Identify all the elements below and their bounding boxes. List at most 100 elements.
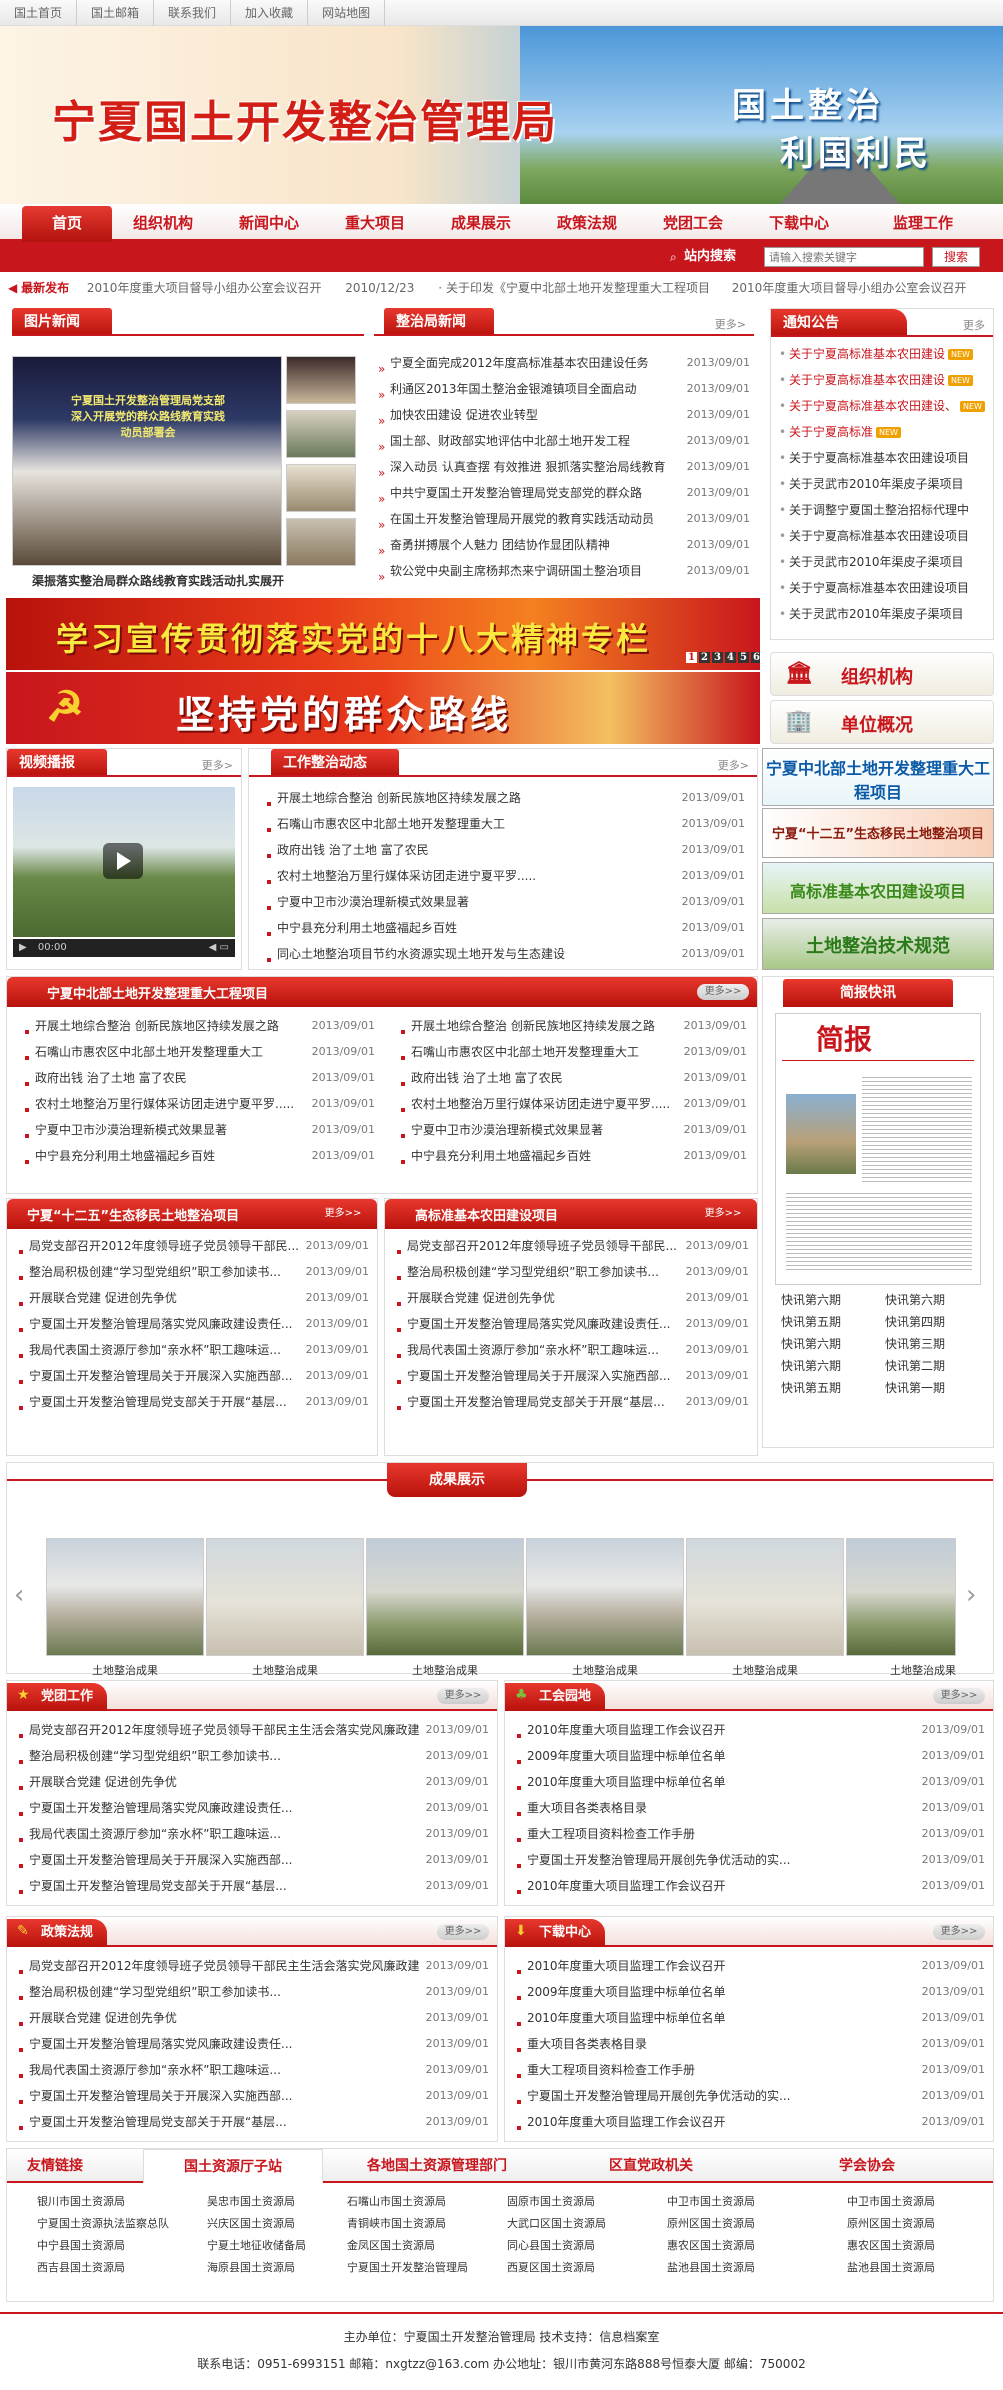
photo-thumbnail[interactable]	[286, 356, 356, 404]
list-item-title[interactable]: 宁夏国土开发整治管理局开展创先争优活动的实...	[511, 1853, 790, 1867]
list-item-title[interactable]: 中宁县充分利用土地盛福起乡百姓	[19, 1149, 215, 1163]
list-item[interactable]: 中宁县充分利用土地盛福起乡百姓 2013/09/01	[19, 1143, 379, 1169]
friendly-link[interactable]: 原州区国土资源局	[847, 2215, 935, 2231]
list-item[interactable]: 整治局积极创建“学习型党组织”职工参加读书... 2013/09/01	[13, 1979, 493, 2005]
list-item[interactable]: 重大项目各类表格目录 2013/09/01	[511, 1795, 989, 1821]
list-item[interactable]: 整治局积极创建“学习型党组织”职工参加读书... 2013/09/01	[13, 1259, 373, 1285]
list-item-title[interactable]: 2010年度重大项目监理中标单位名单	[511, 2011, 726, 2025]
friendly-link[interactable]: 惠农区国土资源局	[667, 2237, 755, 2253]
list-item[interactable]: 整治局积极创建“学习型党组织”职工参加读书... 2013/09/01	[391, 1259, 753, 1285]
side-button-organization[interactable]: 🏛 组织机构	[770, 652, 994, 696]
friendly-link[interactable]: 海原县国土资源局	[207, 2259, 295, 2275]
brief-link[interactable]: 快讯第六期	[781, 1335, 841, 1352]
achievement-photo[interactable]	[366, 1538, 524, 1656]
list-item[interactable]: 局党支部召开2012年度领导班子党员领导干部民... 2013/09/01	[391, 1233, 753, 1259]
list-item-title[interactable]: 宁夏国土开发整治管理局落实党风廉政建设责任...	[391, 1317, 670, 1331]
list-item[interactable]: 局党支部召开2012年度领导班子党员领导干部民主生活会落实党风廉政建设... 20…	[13, 1953, 493, 1979]
list-item[interactable]: 宁夏国土开发整治管理局党支部关于开展“基层... 2013/09/01	[13, 1873, 493, 1899]
achievement-photo[interactable]	[686, 1538, 844, 1656]
pager-page[interactable]: 5	[738, 652, 749, 663]
achievement-caption[interactable]: 土地整治成果	[206, 1662, 364, 1678]
pager-page[interactable]: 4	[725, 652, 736, 663]
list-item[interactable]: 宁夏中卫市沙漠治理新模式效果显著 2013/09/01	[19, 1117, 379, 1143]
notice-item[interactable]: 关于宁夏高标准基本农田建设NEW	[775, 367, 989, 393]
list-item-title[interactable]: 政府出钱 治了土地 富了农民	[261, 843, 429, 857]
list-item-title[interactable]: 局党支部召开2012年度领导班子党员领导干部民...	[13, 1239, 299, 1253]
list-item-title[interactable]: 宁夏全面完成2012年度高标准基本农田建设任务	[374, 356, 649, 370]
work-news-more[interactable]: 更多>	[718, 757, 749, 773]
list-item-title[interactable]: 在国土开发整治管理局开展党的教育实践活动动员	[374, 512, 654, 526]
list-item[interactable]: 农村土地整治万里行媒体采访团走进宁夏平罗..... 2013/09/01	[19, 1091, 379, 1117]
notice-item-title[interactable]: 关于宁夏高标准基本农田建设项目	[789, 529, 969, 543]
friendly-link[interactable]: 石嘴山市国土资源局	[347, 2193, 446, 2209]
list-item[interactable]: 宁夏国土开发整治管理局党支部关于开展“基层... 2013/09/01	[13, 1389, 373, 1415]
nav-policy[interactable]: 政策法规	[542, 204, 632, 242]
list-item-title[interactable]: 整治局积极创建“学习型党组织”职工参加读书...	[13, 1985, 281, 1999]
list-item[interactable]: 2010年度重大项目监理工作会议召开 2013/09/01	[511, 1873, 989, 1899]
union-more[interactable]: 更多>>	[933, 1688, 985, 1704]
list-item-title[interactable]: 农村土地整治万里行媒体采访团走进宁夏平罗.....	[19, 1097, 294, 1111]
friendly-link[interactable]: 中宁县国土资源局	[37, 2237, 125, 2253]
list-item-title[interactable]: 我局代表国土资源厅参加“亲水杯”职工趣味运...	[13, 1827, 281, 1841]
topbar-link-sitemap[interactable]: 网站地图	[308, 0, 386, 26]
list-item[interactable]: 2010年度重大项目监理工作会议召开 2013/09/01	[511, 1953, 989, 1979]
video-controls[interactable]: ▶ 00:00 ◀ ▭	[13, 939, 235, 957]
mass-line-banner[interactable]: ☭ 坚持党的群众路线	[6, 672, 760, 744]
carousel-prev-arrow-icon[interactable]: ‹	[14, 1580, 24, 1610]
list-item[interactable]: 宁夏全面完成2012年度高标准基本农田建设任务 2013/09/01	[374, 350, 754, 376]
list-item[interactable]: 政府出钱 治了土地 富了农民 2013/09/01	[395, 1065, 751, 1091]
list-item-title[interactable]: 局党支部召开2012年度领导班子党员领导干部民主生活会落实党风廉政建设...	[13, 1723, 443, 1737]
search-input[interactable]	[764, 247, 924, 267]
list-item-title[interactable]: 重大项目各类表格目录	[511, 1801, 647, 1815]
list-item[interactable]: 利通区2013年国土整治金银滩镇项目全面启动 2013/09/01	[374, 376, 754, 402]
nav-download[interactable]: 下载中心	[754, 204, 844, 242]
list-item[interactable]: 宁夏中卫市沙漠治理新模式效果显著 2013/09/01	[395, 1117, 751, 1143]
list-item[interactable]: 2010年度重大项目监理工作会议召开 2013/09/01	[511, 2109, 989, 2135]
notice-item-title[interactable]: 关于灵武市2010年渠皮子渠项目	[789, 607, 964, 621]
photo-caption[interactable]: 渠振落实整治局群众路线教育实践活动扎实展开	[32, 572, 352, 589]
video-player[interactable]	[13, 787, 235, 937]
notice-item[interactable]: 关于调整宁夏国土整治招标代理中	[775, 497, 989, 523]
notice-item[interactable]: 关于灵武市2010年渠皮子渠项目	[775, 601, 989, 627]
links-tab[interactable]: 学会协会	[767, 2149, 967, 2183]
list-item-title[interactable]: 宁夏国土开发整治管理局落实党风廉政建设责任...	[13, 1801, 292, 1815]
list-item-title[interactable]: 国土部、财政部实地评估中北部土地开发工程	[374, 434, 630, 448]
list-item[interactable]: 宁夏国土开发整治管理局开展创先争优活动的实... 2013/09/01	[511, 2083, 989, 2109]
list-item[interactable]: 开展联合党建 促进创先争优 2013/09/01	[13, 1769, 493, 1795]
list-item[interactable]: 石嘴山市惠农区中北部土地开发整理重大工 2013/09/01	[395, 1039, 751, 1065]
list-item[interactable]: 农村土地整治万里行媒体采访团走进宁夏平罗..... 2013/09/01	[261, 863, 749, 889]
brief-link[interactable]: 快讯第六期	[885, 1291, 945, 1308]
friendly-link[interactable]: 固原市国土资源局	[507, 2193, 595, 2209]
brief-link[interactable]: 快讯第五期	[781, 1313, 841, 1330]
friendly-link[interactable]: 盐池县国土资源局	[667, 2259, 755, 2275]
list-item-title[interactable]: 宁夏国土开发整治管理局党支部关于开展“基层...	[391, 1395, 665, 1409]
list-item-title[interactable]: 宁夏国土开发整治管理局关于开展深入实施西部...	[391, 1369, 670, 1383]
list-item-title[interactable]: 同心土地整治项目节约水资源实现土地开发与生态建设	[261, 947, 565, 961]
list-item-title[interactable]: 宁夏国土开发整治管理局党支部关于开展“基层...	[13, 2115, 287, 2129]
list-item-title[interactable]: 2010年度重大项目监理工作会议召开	[511, 2115, 726, 2129]
list-item[interactable]: 重大工程项目资料检查工作手册 2013/09/01	[511, 1821, 989, 1847]
list-item-title[interactable]: 宁夏国土开发整治管理局落实党风廉政建设责任...	[13, 2037, 292, 2051]
list-item[interactable]: 开展联合党建 促进创先争优 2013/09/01	[13, 2005, 493, 2031]
notice-item-title[interactable]: 关于灵武市2010年渠皮子渠项目	[789, 477, 964, 491]
list-item[interactable]: 奋勇拼搏展个人魅力 团结协作显团队精神 2013/09/01	[374, 532, 754, 558]
ad-major-project[interactable]: 宁夏中北部土地开发整理重大工程项目	[762, 748, 994, 806]
study-banner[interactable]: 学习宣传贯彻落实党的十八大精神专栏 1 2 3 4 5 6	[6, 598, 760, 670]
topbar-link-home[interactable]: 国土首页	[0, 0, 78, 26]
notice-item-title[interactable]: 关于灵武市2010年渠皮子渠项目	[789, 555, 964, 569]
friendly-link[interactable]: 同心县国土资源局	[507, 2237, 595, 2253]
list-item-title[interactable]: 宁夏中卫市沙漠治理新模式效果显著	[395, 1123, 603, 1137]
achievement-caption[interactable]: 土地整治成果	[526, 1662, 684, 1678]
eco-project-more[interactable]: 更多>>	[317, 1206, 369, 1222]
list-item-title[interactable]: 重大项目各类表格目录	[511, 2037, 647, 2051]
list-item-title[interactable]: 宁夏国土开发整治管理局开展创先争优活动的实...	[511, 2089, 790, 2103]
friendly-link[interactable]: 中卫市国土资源局	[667, 2193, 755, 2209]
play-button[interactable]	[103, 843, 143, 879]
nav-supervision[interactable]: 监理工作	[878, 204, 968, 242]
ad-technical-spec[interactable]: 土地整治技术规范	[762, 918, 994, 970]
list-item[interactable]: 整治局积极创建“学习型党组织”职工参加读书... 2013/09/01	[13, 1743, 493, 1769]
latest-item[interactable]: 2010年度重大项目督导小组办公室会议召开	[87, 281, 322, 295]
side-button-overview[interactable]: 🏢 单位概况	[770, 700, 994, 744]
list-item[interactable]: 深入动员 认真查摆 有效推进 狠抓落实整治局线教育 2013/09/01	[374, 454, 754, 480]
list-item-title[interactable]: 石嘴山市惠农区中北部土地开发整理重大工	[395, 1045, 639, 1059]
